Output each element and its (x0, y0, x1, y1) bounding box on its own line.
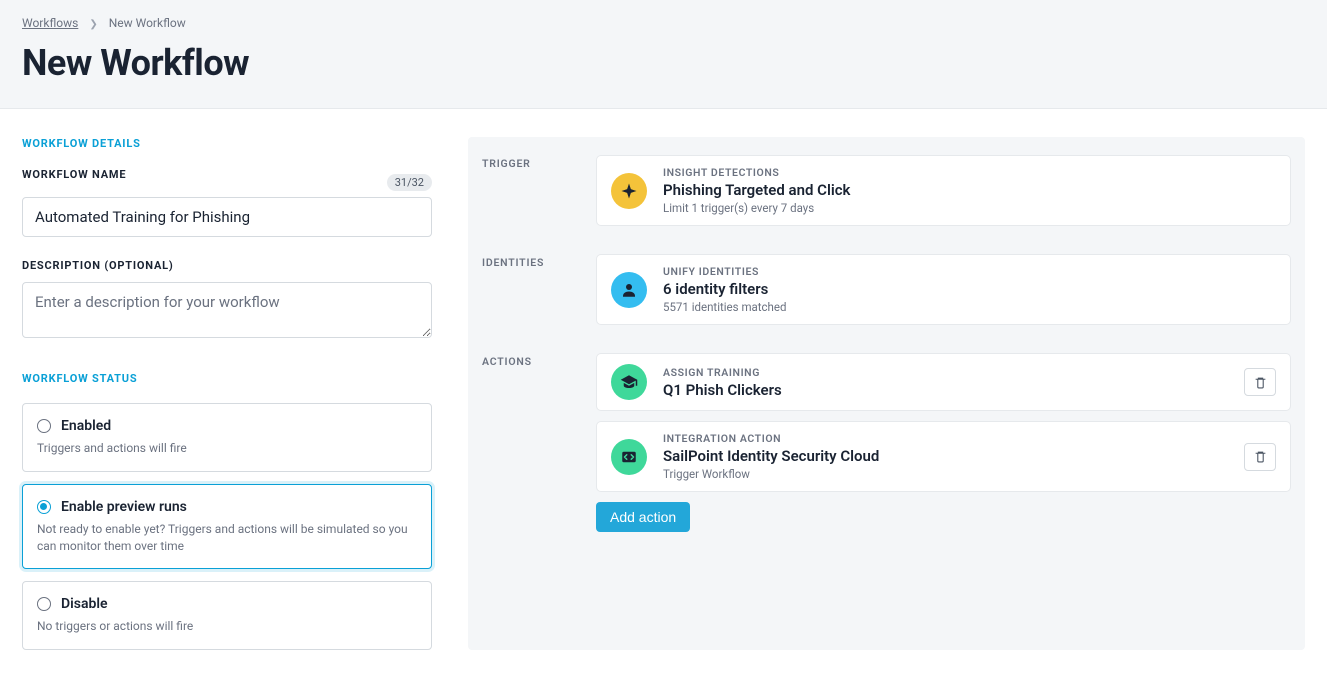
workflow-desc-field: DESCRIPTION (OPTIONAL) (22, 259, 432, 342)
char-count-badge: 31/32 (387, 174, 432, 191)
trigger-card[interactable]: INSIGHT DETECTIONS Phishing Targeted and… (596, 155, 1291, 226)
card-sub: 5571 identities matched (663, 300, 1276, 314)
page-header: Workflows ❯ New Workflow New Workflow (0, 0, 1327, 109)
left-panel: WORKFLOW DETAILS WORKFLOW NAME 31/32 DES… (22, 137, 432, 662)
status-option-enabled[interactable]: Enabled Triggers and actions will fire (22, 403, 432, 472)
graduation-cap-icon (611, 364, 647, 400)
trigger-row: TRIGGER INSIGHT DETECTIONS Phishing Targ… (482, 155, 1291, 236)
identities-row: IDENTITIES UNIFY IDENTITIES 6 identity f… (482, 254, 1291, 335)
status-option-preview[interactable]: Enable preview runs Not ready to enable … (22, 484, 432, 570)
radio-icon (37, 597, 51, 611)
card-eyebrow: UNIFY IDENTITIES (663, 265, 1276, 278)
code-icon (611, 439, 647, 475)
status-option-title: Enabled (61, 418, 111, 434)
status-option-desc: Triggers and actions will fire (37, 440, 417, 457)
action-card-integration[interactable]: INTEGRATION ACTION SailPoint Identity Se… (596, 421, 1291, 492)
breadcrumb-root-link[interactable]: Workflows (22, 16, 78, 30)
sparkle-icon (611, 173, 647, 209)
identities-row-label: IDENTITIES (482, 254, 576, 269)
trigger-row-label: TRIGGER (482, 155, 576, 170)
chevron-right-icon: ❯ (89, 19, 97, 30)
workflow-name-field: WORKFLOW NAME 31/32 (22, 168, 432, 237)
trash-icon (1254, 450, 1267, 463)
workflow-desc-input[interactable] (22, 282, 432, 338)
identities-card[interactable]: UNIFY IDENTITIES 6 identity filters 5571… (596, 254, 1291, 325)
radio-icon (37, 500, 51, 514)
card-eyebrow: INSIGHT DETECTIONS (663, 166, 1276, 179)
breadcrumb-current: New Workflow (109, 16, 186, 30)
card-sub: Limit 1 trigger(s) every 7 days (663, 201, 1276, 215)
add-action-button[interactable]: Add action (596, 502, 690, 532)
delete-action-button[interactable] (1244, 443, 1276, 471)
delete-action-button[interactable] (1244, 368, 1276, 396)
workflow-details-label: WORKFLOW DETAILS (22, 137, 432, 150)
workflow-name-input[interactable] (22, 197, 432, 237)
card-sub: Trigger Workflow (663, 467, 1228, 481)
workflow-status-label: WORKFLOW STATUS (22, 372, 432, 385)
card-eyebrow: ASSIGN TRAINING (663, 366, 1228, 379)
action-card-training[interactable]: ASSIGN TRAINING Q1 Phish Clickers (596, 353, 1291, 411)
status-option-desc: No triggers or actions will fire (37, 618, 417, 635)
status-option-desc: Not ready to enable yet? Triggers and ac… (37, 521, 417, 555)
page-title: New Workflow (22, 42, 1305, 84)
actions-row: ACTIONS ASSIGN TRAINING Q1 Phish Clicker… (482, 353, 1291, 532)
workflow-status-section: WORKFLOW STATUS Enabled Triggers and act… (22, 372, 432, 650)
card-eyebrow: INTEGRATION ACTION (663, 432, 1228, 445)
radio-icon (37, 419, 51, 433)
status-option-title: Enable preview runs (61, 499, 187, 515)
workflow-desc-label: DESCRIPTION (OPTIONAL) (22, 259, 432, 272)
card-title: Phishing Targeted and Click (663, 181, 1276, 199)
workflow-canvas: TRIGGER INSIGHT DETECTIONS Phishing Targ… (468, 137, 1305, 650)
breadcrumb: Workflows ❯ New Workflow (22, 16, 1305, 30)
actions-row-label: ACTIONS (482, 353, 576, 368)
status-option-title: Disable (61, 596, 108, 612)
status-option-disable[interactable]: Disable No triggers or actions will fire (22, 581, 432, 650)
user-icon (611, 272, 647, 308)
card-title: SailPoint Identity Security Cloud (663, 447, 1228, 465)
card-title: 6 identity filters (663, 280, 1276, 298)
card-title: Q1 Phish Clickers (663, 381, 1228, 399)
trash-icon (1254, 376, 1267, 389)
workflow-name-label: WORKFLOW NAME (22, 168, 126, 181)
